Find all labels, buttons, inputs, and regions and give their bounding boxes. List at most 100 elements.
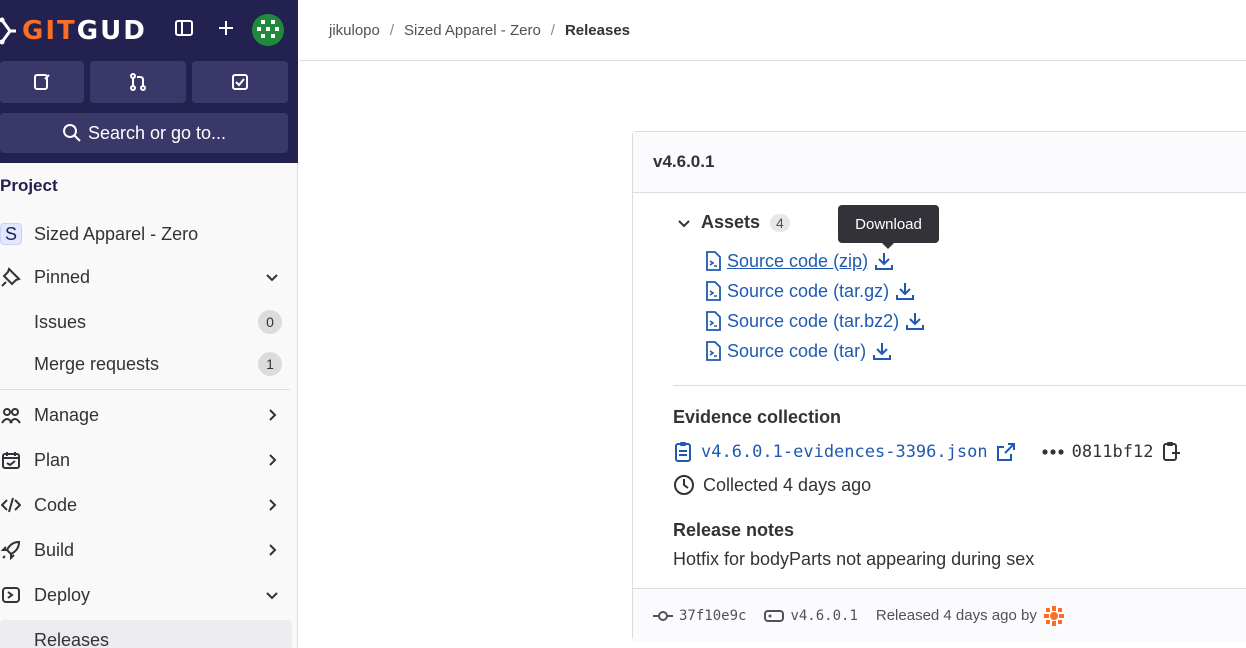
released-text: Released 4 days ago by — [875, 607, 1037, 624]
asset-link-tar[interactable]: Source code (tar) — [705, 340, 892, 362]
clock-icon — [674, 475, 694, 495]
collected-row: Collected 4 days ago — [673, 474, 871, 496]
sidebar-divider — [0, 389, 290, 390]
sidebar-item-plan[interactable]: Plan — [0, 440, 292, 480]
sidebar-item-merge-requests[interactable]: Merge requests 1 — [0, 344, 292, 384]
todo-icon — [232, 74, 248, 90]
issues-icon — [34, 74, 50, 90]
evidence-title: Evidence collection — [673, 407, 842, 427]
more-options-icon[interactable] — [1041, 448, 1064, 456]
doc-code-icon — [706, 281, 721, 301]
evidence-file-link[interactable]: v4.6.0.1-evidences-3396.json — [701, 442, 988, 462]
todos-shortcut-button[interactable] — [192, 61, 288, 103]
issues-shortcut-button[interactable] — [0, 61, 84, 103]
merge-request-icon — [130, 73, 146, 91]
download-icon[interactable] — [872, 341, 892, 361]
chevron-right-icon — [269, 454, 277, 466]
release-title[interactable]: v4.6.0.1 — [653, 152, 714, 172]
download-tooltip: Download — [838, 205, 939, 249]
chevron-right-icon — [269, 499, 277, 511]
sidebar-item-code[interactable]: Code — [0, 485, 292, 525]
section-title: Project — [0, 176, 58, 195]
asset-link-zip[interactable]: Source code (zip) — [705, 250, 894, 272]
asset-name: Source code (tar.gz) — [727, 280, 890, 301]
deploy-icon — [0, 584, 22, 606]
release-card-header: v4.6.0.1 — [633, 132, 1246, 193]
sidebar-item-label: Issues — [34, 311, 87, 332]
search-label: Search or go to... — [87, 122, 227, 143]
asset-link-tar-bz2[interactable]: Source code (tar.bz2) — [705, 310, 925, 332]
sidebar-item-label: Merge requests — [34, 353, 160, 374]
assets-toggle[interactable]: Assets 4 — [677, 212, 790, 233]
asset-name: Source code (tar.bz2) — [727, 310, 900, 331]
doc-code-icon — [706, 311, 721, 331]
commit-info: 37f10e9c — [653, 608, 746, 624]
breadcrumb-item-project[interactable]: Sized Apparel - Zero — [404, 22, 541, 39]
download-icon[interactable] — [874, 251, 894, 271]
author-avatar[interactable] — [1043, 605, 1065, 627]
project-avatar: S — [0, 223, 22, 245]
sidebar-item-releases[interactable]: Releases — [0, 620, 292, 648]
sidebar-header: GITGUD Search or go to... — [0, 0, 298, 163]
download-icon[interactable] — [895, 281, 915, 301]
sidebar-toggle-icon[interactable] — [172, 16, 196, 40]
brand-logo[interactable]: GITGUD — [0, 12, 147, 50]
sidebar-item-project[interactable]: S Sized Apparel - Zero — [0, 214, 292, 254]
assets-count-badge: 4 — [770, 213, 790, 232]
plus-icon[interactable] — [214, 16, 238, 40]
copy-icon[interactable] — [1161, 441, 1181, 463]
sidebar-item-issues[interactable]: Issues 0 — [0, 302, 292, 342]
merge-requests-shortcut-button[interactable] — [90, 61, 186, 103]
breadcrumb-separator: / — [550, 22, 555, 39]
sidebar-item-label: Releases — [34, 629, 110, 648]
chevron-down-icon — [678, 219, 690, 227]
release-card: v4.6.0.1 Assets 4 Source code (zip) Sour… — [632, 131, 1246, 642]
doc-code-icon — [706, 251, 721, 271]
assets-label: Assets — [701, 212, 761, 232]
brand-name: GITGUD — [22, 16, 147, 46]
asset-name: Source code (zip) — [727, 250, 869, 271]
sidebar-item-manage[interactable]: Manage — [0, 395, 292, 435]
asset-name: Source code (tar) — [727, 340, 867, 361]
breadcrumb-item-releases[interactable]: Releases — [565, 22, 630, 39]
breadcrumb-item-user[interactable]: jikulopo — [329, 22, 380, 39]
sidebar-item-label: Deploy — [34, 584, 91, 605]
sidebar-item-deploy[interactable]: Deploy — [0, 575, 292, 615]
sidebar-item-pinned[interactable]: Pinned — [0, 257, 292, 297]
release-footer: 37f10e9c v4.6.0.1 Released 4 days ago by — [633, 588, 1246, 642]
sidebar-item-label: Build — [34, 539, 75, 560]
users-icon — [0, 404, 22, 426]
sidebar-item-label: Plan — [34, 449, 71, 470]
project-name: Sized Apparel - Zero — [34, 223, 199, 244]
sidebar-item-label: Manage — [34, 404, 100, 425]
breadcrumb: jikulopo / Sized Apparel - Zero / Releas… — [329, 22, 630, 39]
code-icon — [0, 494, 22, 516]
top-bar: jikulopo / Sized Apparel - Zero / Releas… — [299, 0, 1246, 61]
sidebar-item-build[interactable]: Build — [0, 530, 292, 570]
chevron-right-icon — [269, 409, 277, 421]
tag-icon — [764, 609, 785, 622]
download-icon[interactable] — [905, 311, 925, 331]
doc-code-icon — [706, 341, 721, 361]
search-button[interactable]: Search or go to... — [0, 113, 288, 153]
sidebar-item-label: Code — [34, 494, 78, 515]
merge-requests-count-badge: 1 — [258, 352, 282, 376]
clipboard-icon — [675, 442, 691, 462]
rocket-icon — [0, 539, 22, 561]
chevron-down-icon — [266, 274, 278, 282]
breadcrumb-separator: / — [389, 22, 395, 39]
commit-icon — [653, 610, 673, 621]
commit-sha[interactable]: 37f10e9c — [679, 608, 746, 624]
external-link-icon[interactable] — [996, 442, 1016, 462]
tag-info: v4.6.0.1 — [764, 608, 858, 624]
asset-link-tar-gz[interactable]: Source code (tar.gz) — [705, 280, 915, 302]
release-notes-title: Release notes — [673, 520, 795, 540]
evidence-row: v4.6.0.1-evidences-3396.json 0811bf12 — [673, 441, 1181, 463]
sidebar: GITGUD Search or go to... Project S Size… — [0, 0, 298, 648]
pin-icon — [0, 266, 22, 288]
user-avatar[interactable] — [252, 14, 284, 46]
chevron-down-icon — [266, 592, 278, 600]
calendar-icon — [0, 449, 22, 471]
chevron-right-icon — [269, 544, 277, 556]
tag-name[interactable]: v4.6.0.1 — [790, 608, 857, 624]
